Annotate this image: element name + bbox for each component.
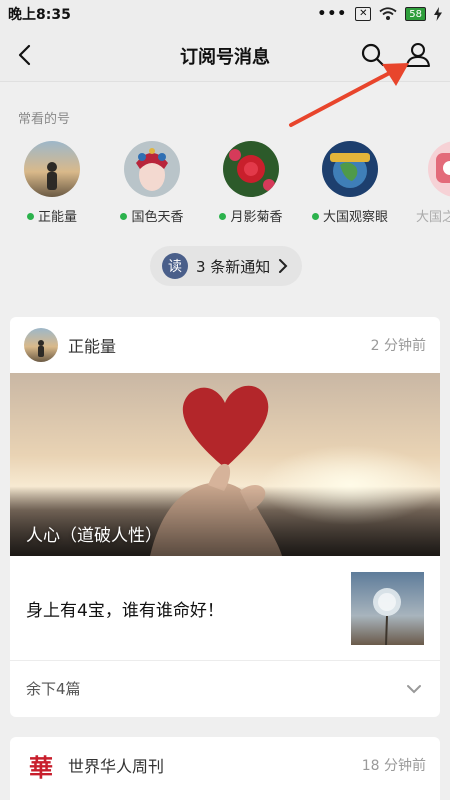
account-name: 正能量 bbox=[37, 210, 77, 225]
online-dot bbox=[311, 213, 319, 220]
more-articles-label: 余下4篇 bbox=[26, 680, 81, 698]
account-name: 大国之 bbox=[416, 210, 450, 225]
no-sim-icon: ✕ bbox=[355, 7, 372, 21]
frequent-section-label: 常看的号 bbox=[18, 112, 71, 127]
frequent-account[interactable]: 大国观察眼 bbox=[304, 141, 396, 225]
post-time: 2 分钟前 bbox=[370, 338, 426, 354]
read-icon: 读 bbox=[162, 253, 188, 279]
account-name: 大国观察眼 bbox=[322, 210, 388, 225]
account-name: 国色天香 bbox=[131, 210, 184, 225]
source-avatar: 華 bbox=[24, 748, 58, 782]
article-item[interactable]: 身上有4宝，谁有谁命好！ bbox=[10, 556, 440, 661]
battery-icon: 58 bbox=[405, 7, 426, 21]
chevron-right-icon bbox=[279, 259, 288, 273]
source-name: 世界华人周刊 bbox=[68, 757, 165, 776]
chevron-down-icon bbox=[407, 684, 421, 693]
frequent-account[interactable]: 正能量 bbox=[6, 141, 98, 225]
post-time: 18 分钟前 bbox=[361, 758, 426, 774]
status-time: 晚上8:35 bbox=[8, 7, 71, 23]
account-avatar bbox=[428, 141, 450, 197]
new-notifications-label: 3 条新通知 bbox=[196, 257, 271, 276]
frequent-account[interactable]: 大国之 bbox=[402, 141, 450, 225]
article-card: 華 世界华人周刊 18 分钟前 bbox=[10, 737, 440, 800]
hero-article[interactable]: 人心（道破人性） bbox=[10, 373, 440, 556]
article-card: 正能量 2 分钟前 人心（道破人性） 身上有4宝，谁有谁命好！ 余下4篇 bbox=[10, 317, 440, 717]
status-icons: ••• ✕ 58 bbox=[317, 6, 442, 22]
account-name: 月影菊香 bbox=[230, 210, 283, 225]
online-dot bbox=[219, 213, 227, 220]
new-notifications-button[interactable]: 读 3 条新通知 bbox=[150, 246, 302, 286]
online-dot bbox=[26, 213, 34, 220]
card-header[interactable]: 正能量 2 分钟前 bbox=[10, 317, 440, 373]
status-bar: 晚上8:35 ••• ✕ 58 bbox=[0, 0, 450, 28]
more-articles-toggle[interactable]: 余下4篇 bbox=[10, 661, 440, 716]
frequent-account[interactable]: 月影菊香 bbox=[205, 141, 297, 225]
charging-icon bbox=[434, 7, 442, 21]
source-logo: 華 bbox=[29, 752, 53, 782]
source-name: 正能量 bbox=[68, 337, 117, 356]
online-dot bbox=[120, 213, 128, 220]
account-avatar bbox=[322, 141, 378, 197]
account-avatar bbox=[24, 141, 80, 197]
article-title: 身上有4宝，谁有谁命好！ bbox=[26, 600, 224, 621]
account-avatar bbox=[223, 141, 279, 197]
article-thumbnail bbox=[351, 571, 424, 645]
card-header[interactable]: 華 世界华人周刊 18 分钟前 bbox=[10, 737, 440, 793]
annotation-arrow-icon bbox=[289, 63, 409, 127]
wifi-icon bbox=[379, 7, 397, 20]
source-avatar bbox=[24, 328, 58, 362]
more-notifications-icon: ••• bbox=[317, 6, 348, 22]
account-avatar bbox=[124, 141, 180, 197]
hero-caption: 人心（道破人性） bbox=[26, 526, 162, 546]
frequent-account[interactable]: 国色天香 bbox=[106, 141, 198, 225]
